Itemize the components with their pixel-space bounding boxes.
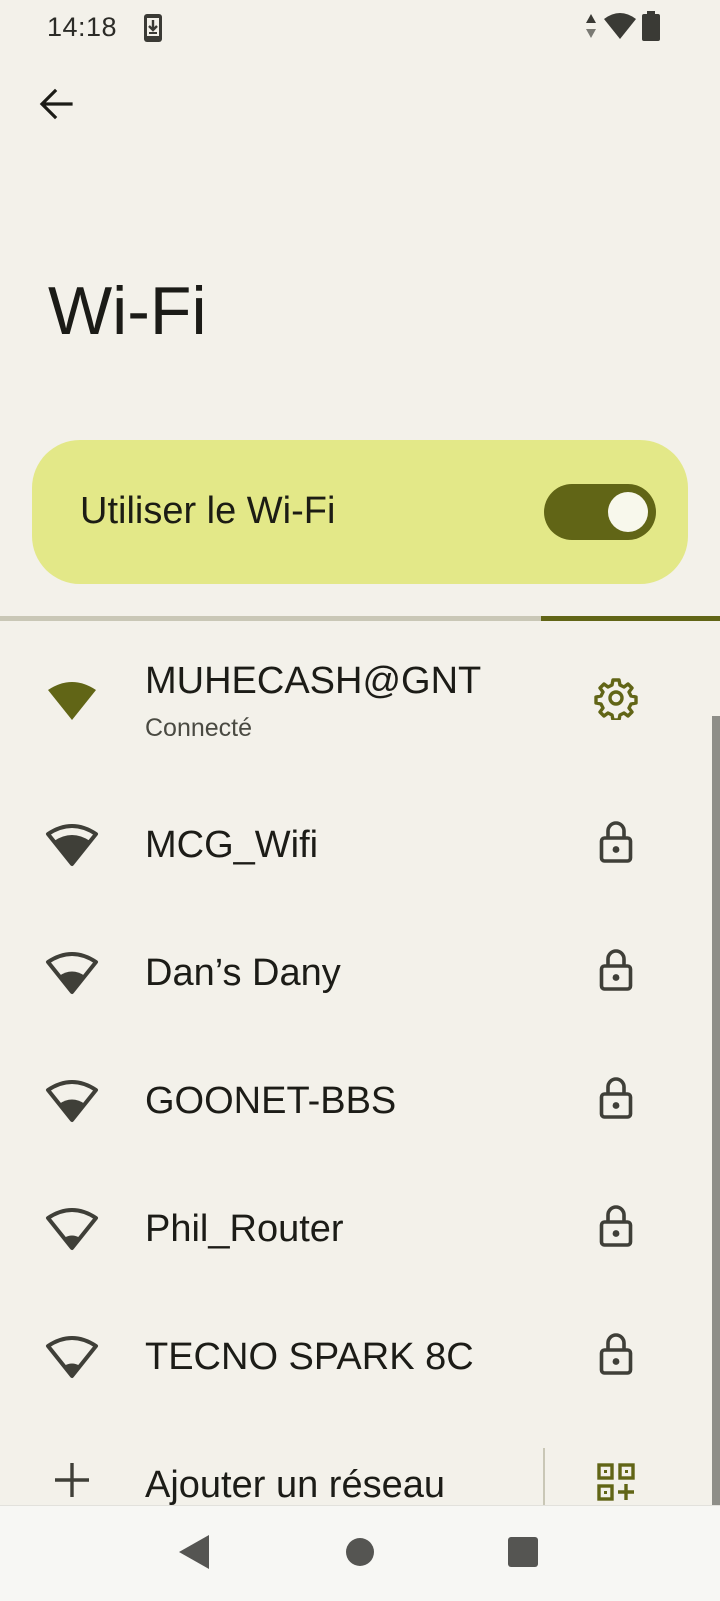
add-network-label: Ajouter un réseau	[145, 1464, 445, 1506]
home-circle-icon	[344, 1536, 376, 1573]
network-name: Dan’s Dany	[145, 952, 341, 994]
wifi-signal-1-icon	[45, 1332, 99, 1380]
gear-icon	[594, 676, 638, 725]
nav-recents-button[interactable]	[503, 1534, 543, 1574]
wifi-signal-full-icon	[45, 676, 99, 724]
network-lock-indicator	[590, 1332, 642, 1380]
network-row-connected[interactable]: MUHECASH@GNT Connecté	[0, 636, 712, 764]
wifi-signal-2-icon	[45, 948, 99, 996]
network-lock-indicator	[590, 820, 642, 868]
use-wifi-label: Utiliser le Wi-Fi	[80, 490, 336, 532]
network-lock-indicator	[590, 948, 642, 996]
status-icons	[584, 10, 660, 46]
wifi-signal-3-icon	[45, 820, 99, 868]
scrollbar[interactable]	[712, 716, 720, 1506]
network-row[interactable]: TECNO SPARK 8C	[0, 1292, 712, 1420]
navigation-bar	[0, 1505, 720, 1601]
status-time: 14:18	[47, 12, 118, 42]
network-name: TECNO SPARK 8C	[145, 1336, 474, 1378]
data-arrows-icon	[584, 12, 598, 45]
wifi-signal-icon	[604, 12, 636, 44]
back-triangle-icon	[177, 1534, 211, 1575]
lock-icon	[599, 1076, 633, 1125]
recents-square-icon	[507, 1536, 539, 1573]
network-status: Connecté	[145, 714, 253, 742]
network-settings-button[interactable]	[590, 676, 642, 724]
wifi-toggle[interactable]	[544, 484, 656, 540]
battery-icon	[642, 10, 660, 46]
network-name: MUHECASH@GNT	[145, 660, 482, 702]
status-bar: 14:18	[0, 0, 720, 56]
scan-progress-indicator	[541, 616, 720, 621]
network-lock-indicator	[590, 1204, 642, 1252]
qr-code-scan-icon	[596, 1462, 636, 1507]
network-row[interactable]: Phil_Router	[0, 1164, 712, 1292]
wifi-signal-1-icon	[45, 1204, 99, 1252]
toggle-thumb	[608, 492, 648, 532]
network-row[interactable]: Dan’s Dany	[0, 908, 712, 1036]
download-notification-icon	[141, 12, 165, 44]
page-title: Wi-Fi	[48, 273, 207, 349]
lock-icon	[599, 1332, 633, 1381]
network-row[interactable]: MCG_Wifi	[0, 780, 712, 908]
network-lock-indicator	[590, 1076, 642, 1124]
use-wifi-switch-row[interactable]: Utiliser le Wi-Fi	[32, 440, 688, 584]
lock-icon	[599, 1204, 633, 1253]
network-name: GOONET-BBS	[145, 1080, 397, 1122]
nav-home-button[interactable]	[340, 1534, 380, 1574]
lock-icon	[599, 948, 633, 997]
wifi-signal-2-icon	[45, 1076, 99, 1124]
network-name: Phil_Router	[145, 1208, 344, 1250]
nav-back-button[interactable]	[174, 1534, 214, 1574]
arrow-back-icon	[38, 86, 74, 127]
lock-icon	[599, 820, 633, 869]
plus-icon	[52, 1460, 106, 1508]
network-row[interactable]: GOONET-BBS	[0, 1036, 712, 1164]
network-name: MCG_Wifi	[145, 824, 319, 866]
back-button[interactable]	[28, 78, 84, 134]
scan-qr-button[interactable]	[590, 1460, 642, 1508]
